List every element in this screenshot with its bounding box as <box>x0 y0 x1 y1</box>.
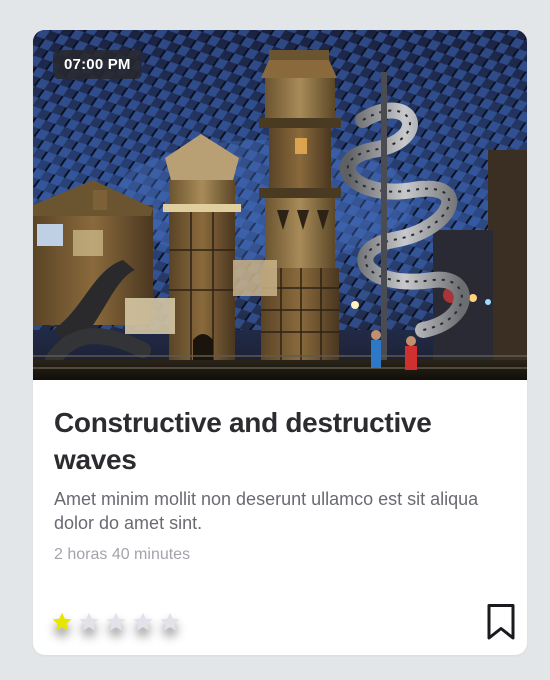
star-icon-filled[interactable] <box>51 611 73 633</box>
star-icon-empty[interactable] <box>132 611 154 633</box>
star-icon-empty[interactable] <box>105 611 127 633</box>
time-badge: 07:00 PM <box>53 50 142 79</box>
star-rating[interactable] <box>51 611 181 633</box>
card-description: Amet minim mollit non deserunt ullamco e… <box>54 489 479 533</box>
card-title[interactable]: Constructive and destructive waves <box>54 404 494 478</box>
star-icon-empty[interactable] <box>78 611 100 633</box>
star-icon-empty[interactable] <box>159 611 181 633</box>
card-image: 07:00 PM <box>33 30 527 380</box>
course-card[interactable]: 07:00 PM Constructive and destructive wa… <box>33 30 527 655</box>
bookmark-icon[interactable] <box>486 603 516 641</box>
card-duration: 2 horas 40 minutes <box>54 546 191 563</box>
